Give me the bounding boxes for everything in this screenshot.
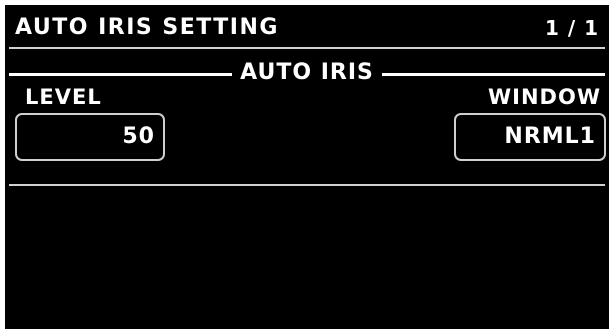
page-indicator: 1 / 1: [544, 16, 599, 40]
level-label: LEVEL: [25, 85, 102, 109]
section-rule: [9, 73, 605, 76]
window-value-box[interactable]: NRML1: [454, 113, 606, 161]
settings-screen: AUTO IRIS SETTING 1 / 1 AUTO IRIS LEVEL …: [5, 5, 609, 329]
header-divider: [9, 47, 605, 49]
window-value: NRML1: [504, 124, 596, 149]
page-title: AUTO IRIS SETTING: [15, 15, 279, 40]
level-value: 50: [122, 124, 155, 149]
level-value-box[interactable]: 50: [15, 113, 165, 161]
section-bottom-divider: [9, 184, 605, 186]
window-label: WINDOW: [488, 85, 601, 109]
